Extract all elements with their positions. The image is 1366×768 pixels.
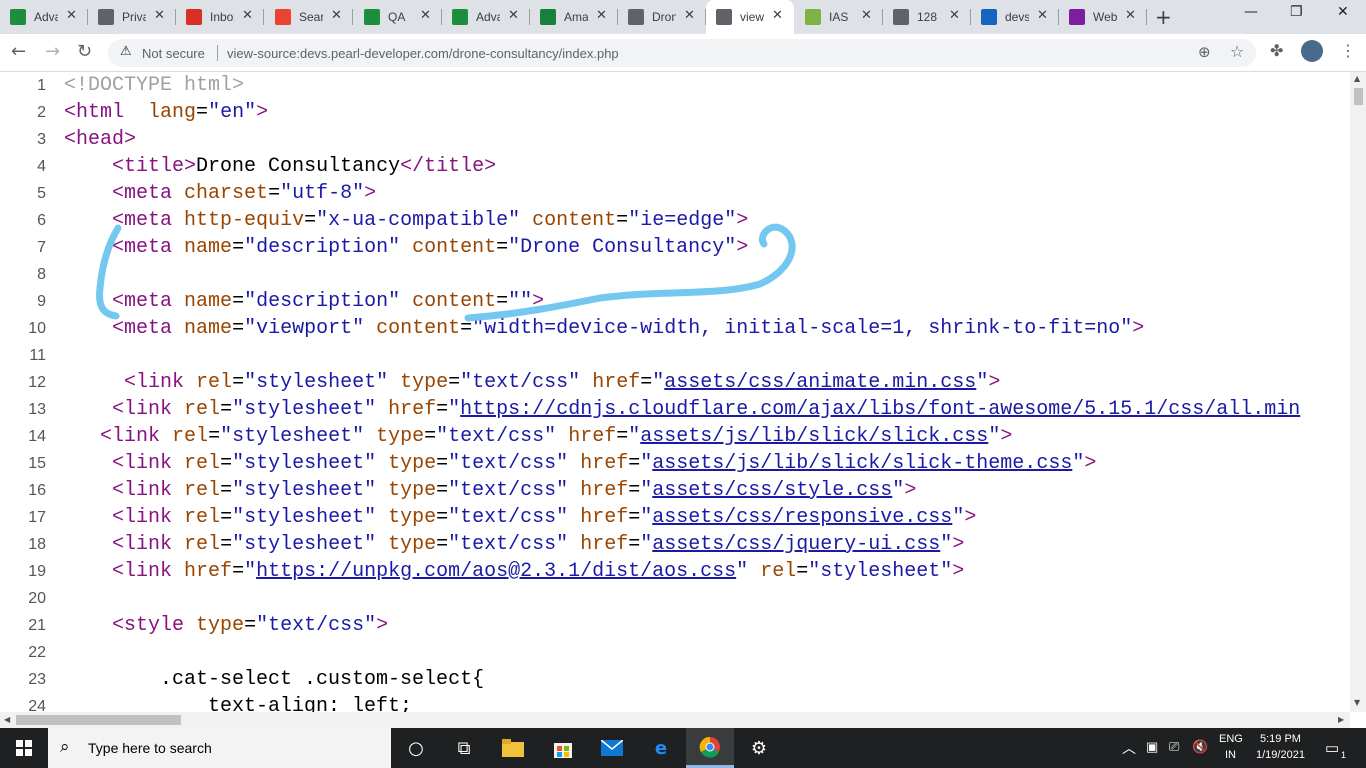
cortana-icon[interactable]: ○: [392, 728, 440, 768]
windows-logo-icon: [16, 740, 32, 756]
chrome-taskbar-icon[interactable]: [686, 728, 734, 768]
scroll-up-icon[interactable]: ▲: [1354, 74, 1360, 83]
taskbar-search-box[interactable]: ⌕ Type here to search: [48, 728, 391, 768]
edge-icon[interactable]: e: [637, 728, 685, 768]
notification-count: 1: [1341, 750, 1347, 760]
horizontal-scroll-thumb[interactable]: [16, 715, 181, 725]
mail-icon[interactable]: [588, 728, 636, 768]
vertical-scrollbar[interactable]: ▲ ▼: [1350, 72, 1366, 712]
windows-start-icon[interactable]: [0, 728, 48, 768]
taskbar-search-placeholder[interactable]: Type here to search: [88, 740, 212, 756]
store-icon[interactable]: [539, 728, 587, 768]
scroll-left-icon[interactable]: ◀: [4, 715, 10, 724]
action-center-icon[interactable]: ▭: [1325, 739, 1339, 757]
network-icon[interactable]: ⎚: [1169, 739, 1179, 755]
settings-gear-icon[interactable]: ⚙: [735, 728, 783, 768]
region-indicator[interactable]: IN: [1225, 749, 1236, 761]
scroll-right-icon[interactable]: ▶: [1338, 715, 1344, 724]
language-indicator[interactable]: ENG: [1219, 733, 1243, 745]
annotation-stroke: [96, 223, 796, 322]
clock-date[interactable]: 1/19/2021: [1256, 749, 1305, 761]
search-icon: ⌕: [60, 737, 70, 757]
scroll-down-icon[interactable]: ▼: [1354, 698, 1360, 707]
file-explorer-icon[interactable]: [489, 728, 537, 768]
vertical-scroll-thumb[interactable]: [1354, 88, 1363, 105]
clock-time[interactable]: 5:19 PM: [1260, 733, 1301, 745]
annotation-scribble: [96, 223, 796, 322]
task-view-icon[interactable]: ⧉: [440, 728, 488, 768]
horizontal-scrollbar[interactable]: ◀ ▶: [0, 712, 1350, 728]
meet-now-icon[interactable]: ▣: [1146, 739, 1158, 755]
show-hidden-icons-chevron-icon[interactable]: ︿: [1122, 738, 1136, 758]
windows-taskbar: ⌕ Type here to search ○ ⧉ e ⚙ ︿ ▣ ⎚ 🔇 EN…: [0, 728, 1366, 768]
volume-muted-icon[interactable]: 🔇: [1192, 739, 1208, 755]
